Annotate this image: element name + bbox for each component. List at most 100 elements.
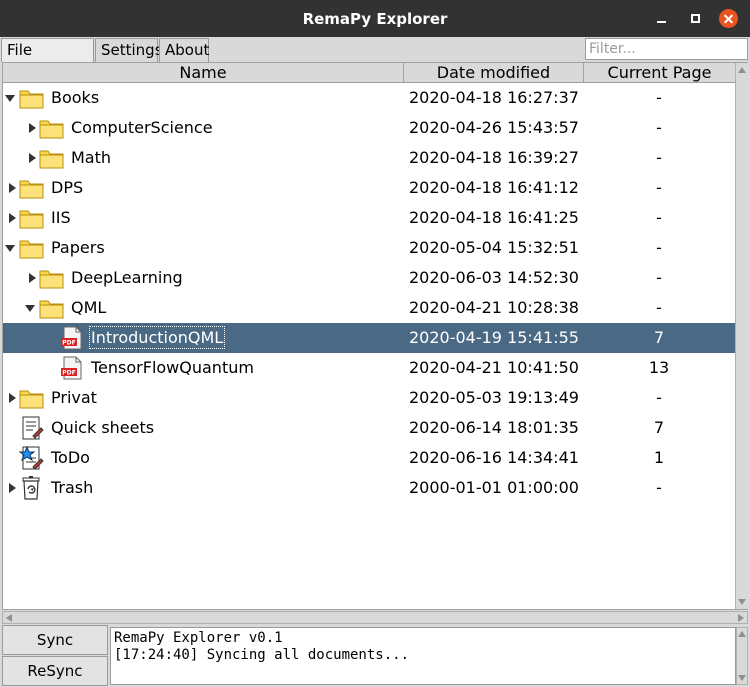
tree-row[interactable]: ToDo 2020-06-16 14:34:41 1	[3, 443, 735, 473]
row-date-modified: 2020-04-18 16:41:25	[409, 208, 579, 227]
folder-icon	[19, 206, 45, 230]
folder-icon	[19, 236, 45, 260]
tree-row[interactable]: PDF TensorFlowQuantum 2020-04-21 10:41:50 1…	[3, 353, 735, 383]
row-current-page: -	[656, 88, 662, 107]
tree-row[interactable]: Privat 2020-05-03 19:13:49 -	[3, 383, 735, 413]
resync-button[interactable]: ReSync	[2, 656, 108, 686]
expand-arrow-right-icon[interactable]	[9, 213, 16, 223]
folder-icon	[39, 266, 65, 290]
tree-row[interactable]: QML 2020-04-21 10:28:38 -	[3, 293, 735, 323]
sync-button[interactable]: Sync	[2, 625, 108, 655]
scroll-right-arrow-icon[interactable]	[738, 614, 744, 622]
folder-icon	[39, 296, 65, 320]
row-date-modified: 2000-01-01 01:00:00	[409, 478, 579, 497]
tree-row[interactable]: Books 2020-04-18 16:27:37 -	[3, 83, 735, 113]
column-header-page[interactable]: Current Page	[584, 63, 735, 83]
row-current-page: -	[656, 298, 662, 317]
row-current-page: -	[656, 268, 662, 287]
column-header-name[interactable]: Name	[3, 63, 404, 83]
log-line: [17:24:40] Syncing all documents...	[114, 647, 410, 663]
row-date-modified: 2020-05-03 19:13:49	[409, 388, 579, 407]
row-date-modified: 2020-04-19 15:41:55	[409, 328, 579, 347]
tree-row[interactable]: Trash 2000-01-01 01:00:00 -	[3, 473, 735, 503]
folder-icon	[19, 176, 45, 200]
file-tree[interactable]: Name Date modified Current Page Books 202…	[2, 62, 748, 610]
maximize-button[interactable]	[686, 9, 705, 28]
row-name: IIS	[51, 208, 71, 227]
expand-arrow-right-icon[interactable]	[9, 183, 16, 193]
row-current-page: 7	[653, 328, 665, 347]
row-name: Quick sheets	[51, 418, 155, 437]
vertical-scrollbar[interactable]	[735, 63, 748, 609]
expand-arrow-right-icon[interactable]	[29, 153, 36, 163]
row-date-modified: 2020-04-18 16:39:27	[409, 148, 579, 167]
row-name: Privat	[51, 388, 97, 407]
expand-arrow-right-icon[interactable]	[9, 483, 16, 493]
row-name: Books	[51, 88, 100, 107]
tree-row[interactable]: ComputerScience 2020-04-26 15:43:57 -	[3, 113, 735, 143]
scroll-down-arrow-icon[interactable]	[738, 599, 746, 605]
row-current-page: -	[656, 178, 662, 197]
tree-row[interactable]: Papers 2020-05-04 15:32:51 -	[3, 233, 735, 263]
tree-row[interactable]: DPS 2020-04-18 16:41:12 -	[3, 173, 735, 203]
tab-settings[interactable]: Settings	[95, 38, 163, 62]
tree-row[interactable]: IIS 2020-04-18 16:41:25 -	[3, 203, 735, 233]
starred-notebook-icon	[18, 445, 45, 470]
folder-icon	[19, 86, 45, 110]
minimize-button[interactable]	[652, 9, 671, 28]
expand-arrow-down-icon[interactable]	[5, 95, 15, 102]
scroll-up-arrow-icon[interactable]	[738, 631, 746, 637]
expand-arrow-right-icon[interactable]	[9, 393, 16, 403]
expand-arrow-down-icon[interactable]	[25, 305, 35, 312]
row-date-modified: 2020-05-04 15:32:51	[409, 238, 579, 257]
tree-row[interactable]: Math 2020-04-18 16:39:27 -	[3, 143, 735, 173]
row-current-page: 7	[653, 418, 665, 437]
row-date-modified: 2020-04-21 10:28:38	[409, 298, 579, 317]
expand-arrow-right-icon[interactable]	[29, 123, 36, 133]
expand-arrow-down-icon[interactable]	[5, 245, 15, 252]
tree-row[interactable]: Quick sheets 2020-06-14 18:01:35 7	[3, 413, 735, 443]
row-date-modified: 2020-06-14 18:01:35	[409, 418, 579, 437]
tree-row[interactable]: DeepLearning 2020-06-03 14:52:30 -	[3, 263, 735, 293]
row-current-page: -	[656, 118, 662, 137]
row-date-modified: 2020-04-26 15:43:57	[409, 118, 579, 137]
row-current-page: -	[656, 478, 662, 497]
log-line: RemaPy Explorer v0.1	[114, 630, 283, 646]
folder-icon	[39, 116, 65, 140]
row-name: IntroductionQML	[88, 326, 226, 349]
row-current-page: 13	[648, 358, 670, 377]
tree-row[interactable]: PDF IntroductionQML 2020-04-19 15:41:55 7	[3, 323, 735, 353]
folder-icon	[19, 386, 45, 410]
tab-about[interactable]: About	[159, 38, 209, 62]
row-name: DPS	[51, 178, 84, 197]
horizontal-scrollbar[interactable]	[2, 611, 748, 624]
trash-icon	[19, 476, 45, 500]
close-button[interactable]	[719, 9, 738, 28]
row-name: ComputerScience	[71, 118, 213, 137]
row-date-modified: 2020-04-18 16:27:37	[409, 88, 579, 107]
row-date-modified: 2020-06-03 14:52:30	[409, 268, 579, 287]
row-name: Math	[71, 148, 112, 167]
log-scrollbar[interactable]	[736, 627, 748, 685]
scroll-down-arrow-icon[interactable]	[738, 675, 746, 681]
filter-input[interactable]	[585, 38, 748, 60]
svg-text:PDF: PDF	[62, 340, 75, 347]
pdf-icon: PDF	[59, 356, 85, 380]
folder-icon	[39, 146, 65, 170]
pdf-icon: PDF	[59, 326, 85, 350]
row-name: TensorFlowQuantum	[91, 358, 254, 377]
tree-header: Name Date modified Current Page	[3, 63, 735, 83]
row-current-page: -	[656, 208, 662, 227]
row-name: ToDo	[51, 448, 90, 467]
log-output[interactable]: RemaPy Explorer v0.1 [17:24:40] Syncing a…	[110, 627, 736, 685]
row-date-modified: 2020-06-16 14:34:41	[409, 448, 579, 467]
notebook-icon	[19, 416, 45, 440]
row-current-page: -	[656, 238, 662, 257]
row-current-page: -	[656, 148, 662, 167]
expand-arrow-right-icon[interactable]	[29, 273, 36, 283]
tab-file-explorer[interactable]: File Explorer	[1, 38, 94, 81]
row-date-modified: 2020-04-18 16:41:12	[409, 178, 579, 197]
column-header-date[interactable]: Date modified	[404, 63, 584, 83]
scroll-up-arrow-icon[interactable]	[738, 67, 746, 73]
scroll-left-arrow-icon[interactable]	[6, 614, 12, 622]
